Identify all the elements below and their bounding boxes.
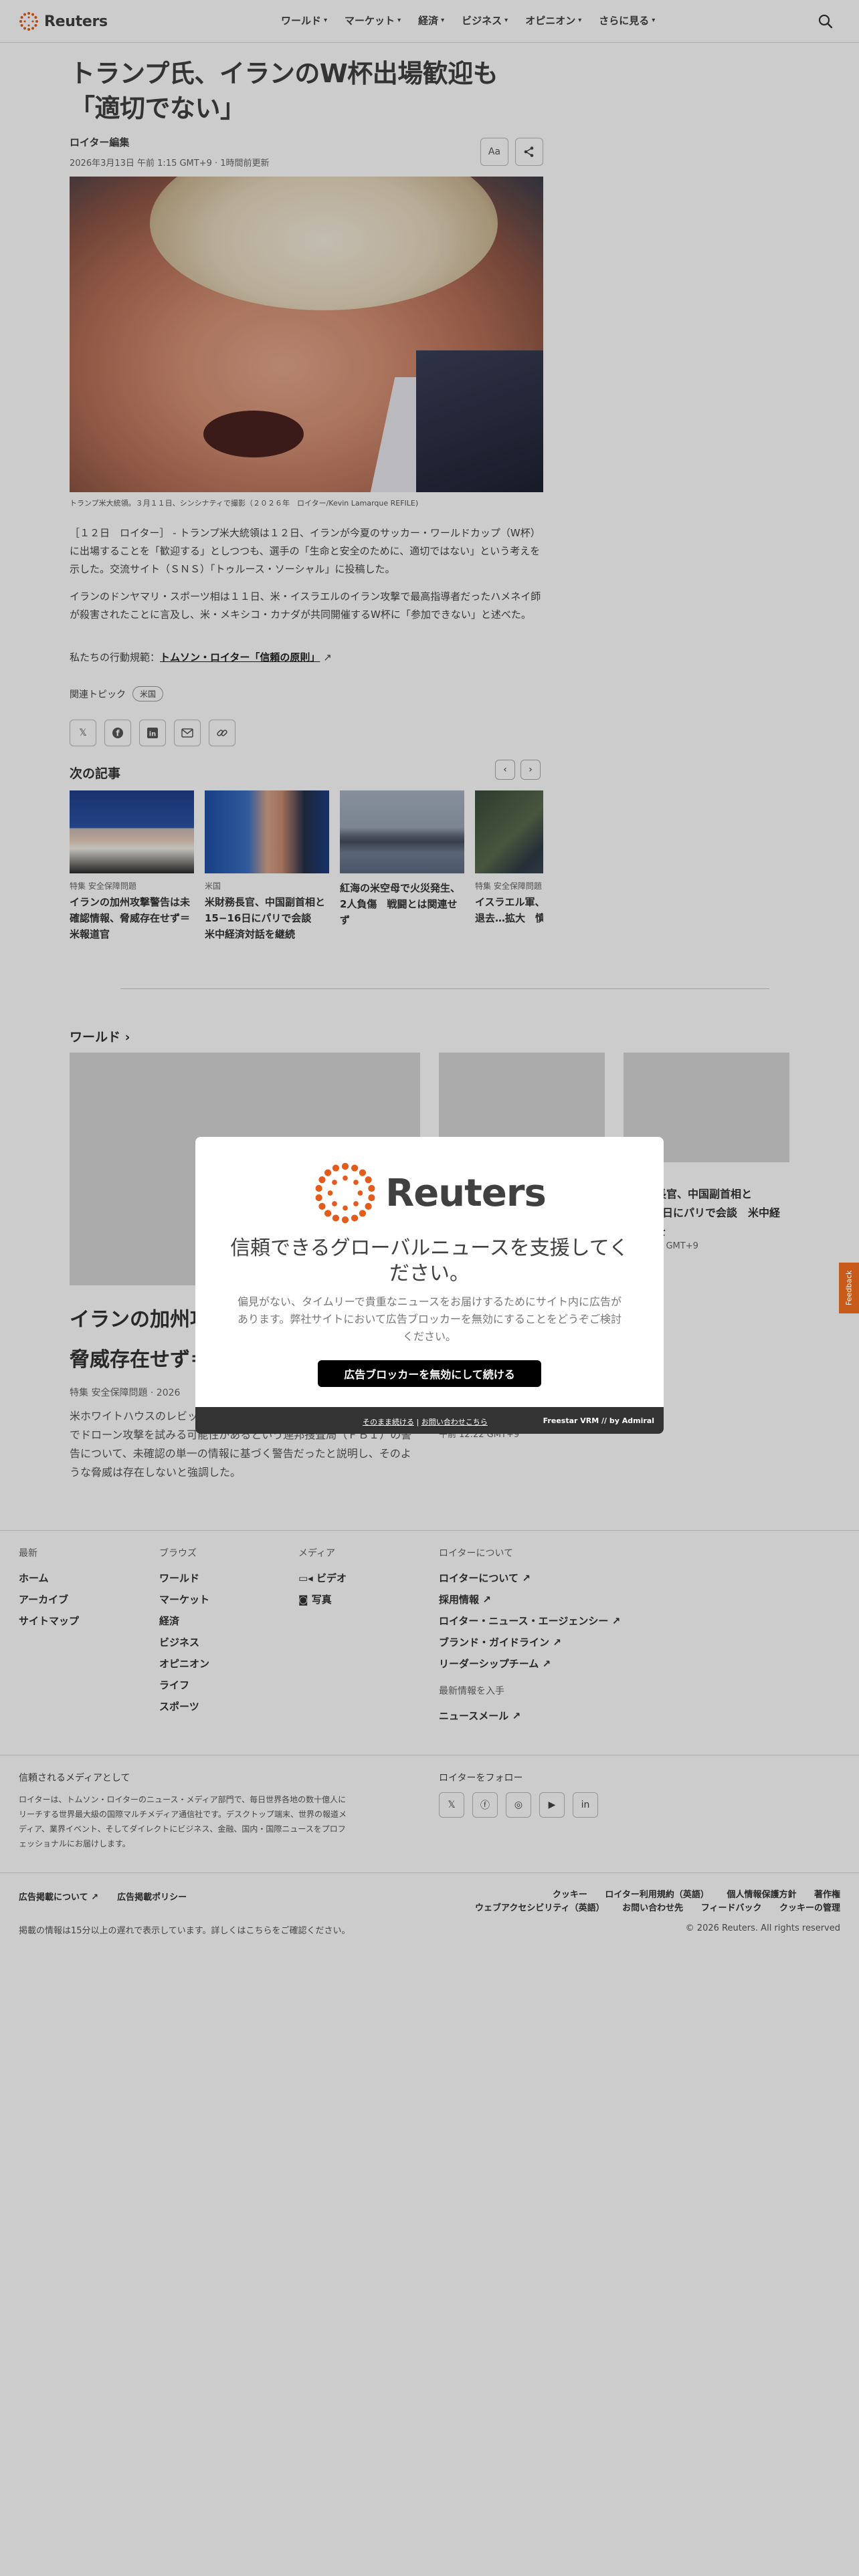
disable-adblock-button[interactable]: 広告ブロッカーを無効にして続ける — [318, 1360, 541, 1387]
feedback-tab[interactable]: Feedback — [839, 1263, 859, 1313]
modal-brand: Freestar VRM // by Admiral — [543, 1416, 654, 1425]
modal-logo-text: Reuters — [385, 1171, 547, 1215]
adblock-modal: Reuters 信頼できるグローバルニュースを支援してください。 偏見がない、タ… — [195, 1137, 664, 1434]
modal-text: 偏見がない、タイムリーで貴重なニュースをお届けするためにサイト内に広告があります… — [237, 1295, 622, 1343]
modal-footer: そのまま続ける | お問い合わせこちら Freestar VRM // by A… — [195, 1407, 664, 1434]
modal-title: 信頼できるグローバルニュースを支援してください。 — [230, 1237, 629, 1285]
contact-link[interactable]: お問い合わせこちら — [421, 1418, 488, 1426]
continue-link[interactable]: そのまま続ける — [363, 1418, 414, 1426]
modal-footer-links: そのまま続ける | お問い合わせこちら — [363, 1418, 488, 1426]
reuters-logo-icon — [315, 1162, 375, 1224]
modal-logo: Reuters — [195, 1161, 664, 1225]
